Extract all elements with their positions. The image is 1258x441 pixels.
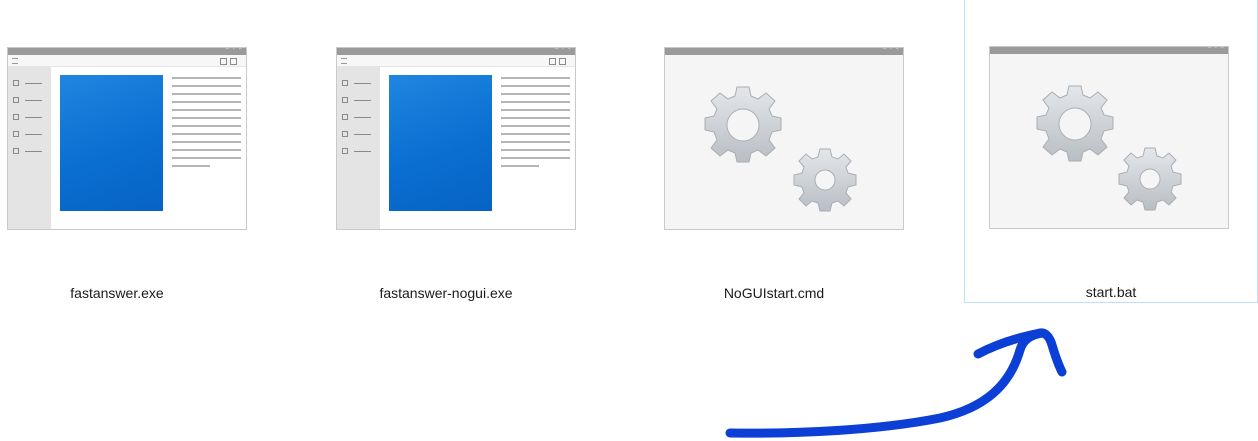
script-window-icon: – ▫ × — [664, 47, 904, 230]
file-item-fastanswer-exe[interactable]: – ▫ × fastanswer.exe — [0, 0, 264, 304]
app-window-icon: – ▫ × — [7, 47, 247, 230]
text-line — [172, 101, 241, 103]
window-controls-icon: – ▫ × — [225, 47, 243, 52]
file-item-fastanswer-nogui-exe[interactable]: – ▫ × fastanswer-nogui.exe — [299, 0, 593, 304]
text-line — [501, 77, 570, 79]
thumb-sidebar — [337, 67, 380, 229]
window-controls-icon: – ▫ × — [882, 47, 900, 52]
text-line — [501, 149, 570, 151]
thumb-titlebar: – ▫ × — [990, 47, 1228, 54]
thumb-sidebar — [8, 67, 51, 229]
thumb-content — [380, 67, 575, 229]
thumb-titlebar: – ▫ × — [337, 48, 575, 55]
text-line — [501, 101, 570, 103]
thumb-sidebar-row — [342, 97, 374, 103]
file-explorer-view: – ▫ × fastanswer.exe – ▫ × fastanswer-no… — [0, 0, 1258, 441]
file-name-label[interactable]: NoGUIstart.cmd — [628, 285, 920, 301]
text-line — [172, 133, 241, 135]
thumb-sidebar-row — [13, 131, 45, 137]
thumb-titlebar: – ▫ × — [665, 48, 903, 55]
thumb-menubar — [8, 55, 246, 67]
text-line — [501, 109, 570, 111]
text-line — [172, 125, 241, 127]
script-window-icon: – ▫ × — [989, 46, 1229, 229]
thumb-sidebar-row — [342, 114, 374, 120]
text-line — [501, 157, 570, 159]
text-line — [501, 125, 570, 127]
mini-square-icon — [220, 58, 227, 65]
text-line — [501, 133, 570, 135]
text-line — [172, 149, 241, 151]
text-line — [501, 117, 570, 119]
text-line — [501, 165, 539, 167]
blue-panel — [60, 75, 163, 211]
thumb-sidebar-row — [342, 80, 374, 86]
thumb-sidebar-row — [342, 131, 374, 137]
mini-square-icon — [559, 58, 566, 65]
window-controls-icon: – ▫ × — [1207, 46, 1225, 51]
file-item-noguistart-cmd[interactable]: – ▫ × NoGUIstart.cmd — [627, 0, 921, 304]
thumb-menubar — [337, 55, 575, 67]
blue-panel — [389, 75, 492, 211]
text-line — [501, 141, 570, 143]
hamburger-icon — [341, 58, 347, 64]
text-line — [172, 157, 241, 159]
text-line — [172, 117, 241, 119]
file-name-label[interactable]: fastanswer.exe — [0, 285, 263, 301]
mini-square-icon — [230, 58, 237, 65]
thumb-sidebar-row — [13, 148, 45, 154]
text-line — [172, 109, 241, 111]
file-item-start-bat[interactable]: – ▫ × start.bat — [964, 0, 1258, 303]
mini-square-icon — [549, 58, 556, 65]
hamburger-icon — [12, 58, 18, 64]
gears-icon-graphic — [1036, 85, 1182, 211]
text-line — [172, 77, 241, 79]
gears-icon — [990, 54, 1228, 228]
thumb-sidebar-row — [342, 148, 374, 154]
gears-icon-graphic — [704, 86, 857, 212]
thumb-sidebar-row — [13, 80, 45, 86]
text-line — [501, 93, 570, 95]
app-window-icon: – ▫ × — [336, 47, 576, 230]
thumb-sidebar-row — [13, 97, 45, 103]
gears-icon — [665, 55, 903, 229]
text-line — [172, 93, 241, 95]
file-name-label[interactable]: fastanswer-nogui.exe — [300, 285, 592, 301]
thumb-content — [51, 67, 246, 229]
window-controls-icon: – ▫ × — [554, 47, 572, 52]
text-line — [501, 85, 570, 87]
thumb-sidebar-row — [13, 114, 45, 120]
file-name-label[interactable]: start.bat — [965, 284, 1257, 300]
text-line — [172, 165, 210, 167]
thumb-titlebar: – ▫ × — [8, 48, 246, 55]
text-line — [172, 85, 241, 87]
text-line — [172, 141, 241, 143]
